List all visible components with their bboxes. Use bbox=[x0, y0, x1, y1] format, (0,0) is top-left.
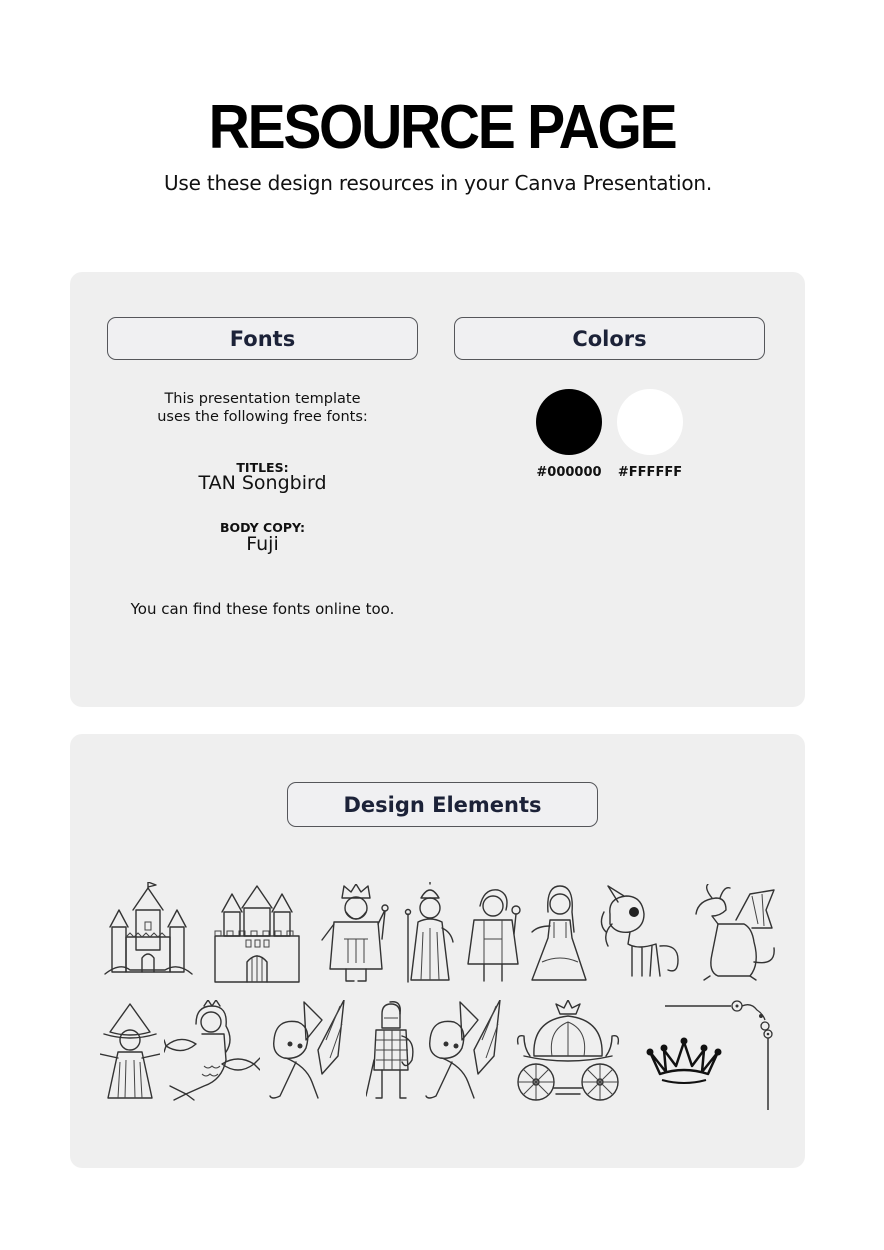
king-illustration bbox=[318, 884, 393, 984]
fonts-intro-line-2: uses the following free fonts: bbox=[157, 409, 368, 425]
princess-illustration bbox=[528, 882, 590, 984]
fairy-2-illustration bbox=[422, 1000, 504, 1102]
color-swatch-black bbox=[536, 389, 602, 455]
body-font-name: Fuji bbox=[246, 533, 279, 555]
design-elements-panel: Design Elements bbox=[70, 734, 805, 1168]
prince-illustration bbox=[462, 884, 524, 984]
fonts-colors-panel: Fonts Colors This presentation template … bbox=[70, 272, 805, 707]
ornamental-corner-illustration bbox=[665, 998, 775, 1112]
dragon-illustration bbox=[690, 884, 778, 982]
witch-girl-illustration bbox=[100, 1002, 160, 1102]
design-elements-heading: Design Elements bbox=[287, 782, 598, 827]
fonts-heading: Fonts bbox=[107, 317, 418, 360]
color-swatch-white-label: #FFFFFF bbox=[617, 465, 683, 480]
colors-heading: Colors bbox=[454, 317, 765, 360]
knight-illustration bbox=[366, 1000, 416, 1102]
titles-font-name: TAN Songbird bbox=[198, 472, 327, 494]
color-swatch-black-label: #000000 bbox=[536, 465, 602, 480]
queen-illustration bbox=[403, 882, 458, 984]
page-title: RESOURCE PAGE bbox=[208, 93, 678, 162]
unicorn-illustration bbox=[598, 884, 682, 982]
fonts-note: You can find these fonts online too. bbox=[130, 600, 395, 618]
mermaid-illustration bbox=[164, 1000, 260, 1102]
castle-2-illustration bbox=[212, 884, 302, 984]
castle-1-illustration bbox=[100, 882, 195, 982]
fonts-intro: This presentation template uses the foll… bbox=[107, 390, 418, 426]
fonts-intro-line-1: This presentation template bbox=[164, 391, 361, 407]
fairy-1-illustration bbox=[266, 1000, 348, 1102]
page-subtitle: Use these design resources in your Canva… bbox=[163, 171, 713, 195]
color-swatch-white bbox=[617, 389, 683, 455]
carriage-illustration bbox=[514, 1000, 622, 1104]
